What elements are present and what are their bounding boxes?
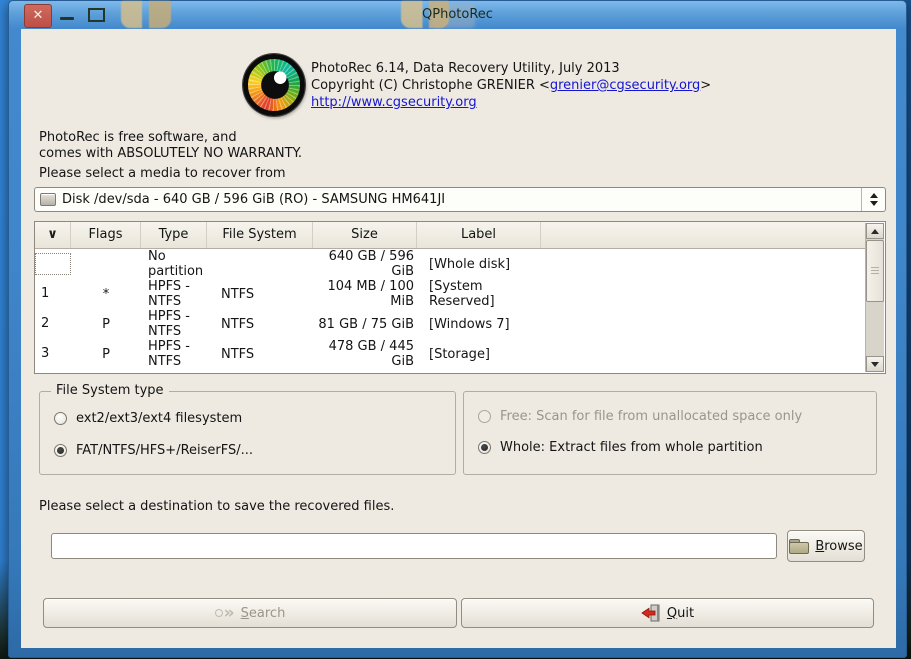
- disk-icon: [40, 193, 56, 206]
- radio-free-scan[interactable]: [478, 410, 491, 423]
- column-header-label[interactable]: Label: [417, 222, 541, 248]
- whole-scan-option[interactable]: Whole: Extract files from whole partitio…: [478, 440, 876, 455]
- browse-button[interactable]: Browse: [787, 530, 865, 562]
- cell-size: 81 GB / 75 GiB: [313, 317, 417, 332]
- radio-ext-filesystem[interactable]: [54, 412, 67, 425]
- sort-indicator-icon: ∨: [47, 227, 58, 242]
- fat-ntfs-option[interactable]: FAT/NTFS/HFS+/ReiserFS/...: [54, 443, 455, 458]
- scrollbar-down-icon[interactable]: [866, 356, 884, 372]
- website-link[interactable]: http://www.cgsecurity.org: [311, 95, 477, 110]
- cell-filesystem: NTFS: [207, 287, 313, 302]
- table-row[interactable]: No partition 640 GB / 596 GiB [Whole dis…: [35, 249, 866, 279]
- column-header-filler: [541, 222, 866, 248]
- email-link[interactable]: grenier@cgsecurity.org: [550, 78, 700, 93]
- column-header-filesystem[interactable]: File System: [207, 222, 313, 248]
- cell-label: [Storage]: [417, 347, 541, 362]
- titlebar: QPhotoRec ✕: [9, 1, 906, 29]
- filesystem-type-legend: File System type: [51, 383, 169, 398]
- cell-type: No partition: [141, 249, 207, 279]
- cell-size: 640 GB / 596 GiB: [313, 249, 417, 279]
- table-row[interactable]: 2 P HPFS - NTFS NTFS 81 GB / 75 GiB [Win…: [35, 309, 866, 339]
- destination-input[interactable]: [51, 533, 777, 559]
- cell-type: HPFS - NTFS: [141, 309, 207, 339]
- column-header-size[interactable]: Size: [313, 222, 417, 248]
- cell-flags: P: [71, 347, 141, 362]
- ext-filesystem-option[interactable]: ext2/ext3/ext4 filesystem: [54, 411, 455, 426]
- cell-type: HPFS - NTFS: [141, 339, 207, 369]
- qphotorec-window: QPhotoRec ✕ PhotoRec 6.14, Data Recovery…: [8, 0, 907, 658]
- free-scan-option[interactable]: Free: Scan for file from unallocated spa…: [478, 409, 876, 424]
- photorec-logo-icon: [243, 54, 305, 116]
- cell-flags: *: [71, 287, 141, 302]
- cell-number: [35, 253, 71, 275]
- folder-icon: [789, 539, 809, 554]
- partition-table: ∨ Flags Type File System Size Label No p…: [34, 221, 886, 374]
- scan-mode-group: Free: Scan for file from unallocated spa…: [463, 391, 877, 475]
- table-row[interactable]: 3 P HPFS - NTFS NTFS 478 GB / 445 GiB [S…: [35, 339, 866, 369]
- partition-table-header: ∨ Flags Type File System Size Label: [35, 222, 866, 249]
- column-header-flags[interactable]: Flags: [71, 222, 141, 248]
- cell-number: 1: [35, 283, 71, 305]
- search-button[interactable]: » Search: [43, 598, 457, 628]
- about-text: PhotoRec 6.14, Data Recovery Utility, Ju…: [311, 60, 711, 111]
- combobox-arrows-icon[interactable]: [861, 188, 885, 211]
- destination-label: Please select a destination to save the …: [39, 499, 394, 514]
- cell-filesystem: NTFS: [207, 317, 313, 332]
- cell-label: [Windows 7]: [417, 317, 541, 332]
- table-row[interactable]: 1 * HPFS - NTFS NTFS 104 MB / 100 MiB [S…: [35, 279, 866, 309]
- warranty-notice: PhotoRec is free software, and comes wit…: [39, 130, 302, 162]
- radio-fat-ntfs[interactable]: [54, 444, 67, 457]
- column-header-select[interactable]: ∨: [35, 222, 71, 248]
- window-title: QPhotoRec: [9, 7, 906, 22]
- quit-door-icon: [641, 604, 661, 622]
- radio-whole-scan[interactable]: [478, 441, 491, 454]
- about-line2: Copyright (C) Christophe GRENIER <grenie…: [311, 77, 711, 94]
- media-select-combobox[interactable]: Disk /dev/sda - 640 GB / 596 GiB (RO) - …: [34, 187, 886, 212]
- cell-type: HPFS - NTFS: [141, 279, 207, 309]
- partition-table-body: No partition 640 GB / 596 GiB [Whole dis…: [35, 249, 866, 369]
- close-button[interactable]: ✕: [24, 4, 52, 28]
- cell-size: 478 GB / 445 GiB: [313, 339, 417, 369]
- cell-size: 104 MB / 100 MiB: [313, 279, 417, 309]
- search-arrow-icon: »: [215, 605, 235, 622]
- cell-flags: P: [71, 317, 141, 332]
- scrollbar-thumb[interactable]: [866, 240, 884, 302]
- cell-filesystem: NTFS: [207, 347, 313, 362]
- media-select-value: Disk /dev/sda - 640 GB / 596 GiB (RO) - …: [62, 192, 445, 207]
- select-media-label: Please select a media to recover from: [39, 166, 286, 181]
- maximize-button[interactable]: [88, 8, 105, 22]
- quit-button[interactable]: Quit: [461, 598, 874, 628]
- about-line1: PhotoRec 6.14, Data Recovery Utility, Ju…: [311, 60, 711, 77]
- scrollbar-up-icon[interactable]: [866, 223, 884, 239]
- column-header-type[interactable]: Type: [141, 222, 207, 248]
- about-line3: http://www.cgsecurity.org: [311, 94, 711, 111]
- cell-label: [Whole disk]: [417, 257, 541, 272]
- window-content: PhotoRec 6.14, Data Recovery Utility, Ju…: [21, 29, 896, 648]
- table-scrollbar[interactable]: [865, 223, 884, 372]
- filesystem-type-group: File System type ext2/ext3/ext4 filesyst…: [39, 391, 456, 475]
- cell-number: 2: [35, 313, 71, 335]
- cell-number: 3: [35, 343, 71, 365]
- cell-label: [System Reserved]: [417, 279, 541, 309]
- minimize-button[interactable]: [60, 17, 74, 20]
